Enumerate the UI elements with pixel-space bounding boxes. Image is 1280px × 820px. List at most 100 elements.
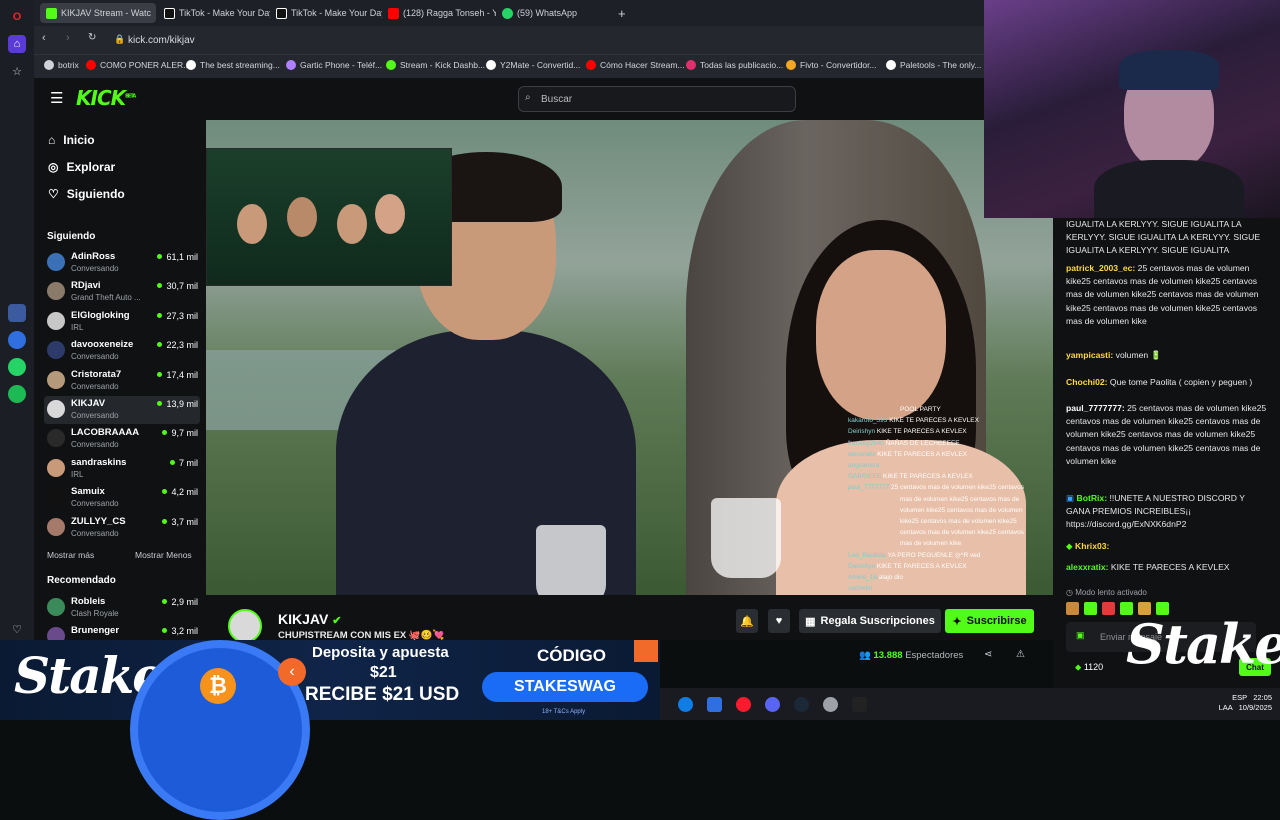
ad-corner-badge	[634, 640, 658, 662]
star-icon[interactable]: ☆	[8, 62, 26, 80]
bot-badge-icon: ▣	[1066, 493, 1075, 503]
following-channel[interactable]: ZULLYY_CS Conversando 3,7 mil	[44, 514, 200, 542]
channel-avatar[interactable]	[228, 609, 262, 643]
bookmark-item[interactable]: Paletools - The only...	[886, 60, 981, 70]
overlay-chat-text: mas de volumen kike	[900, 540, 962, 548]
channel-name: Robleis	[71, 596, 106, 607]
back-icon[interactable]: ‹	[42, 32, 46, 44]
steam-icon[interactable]	[794, 697, 809, 712]
following-channel[interactable]: Samuix Conversando 4,2 mil	[44, 484, 200, 512]
gift-subs-button[interactable]: ▦ Regala Suscripciones	[799, 609, 941, 633]
opera-icon[interactable]	[736, 697, 751, 712]
overlay-chat-user: Deirishyn	[848, 428, 876, 436]
new-tab-button[interactable]: +	[612, 3, 632, 23]
recommended-channel[interactable]: Robleis Clash Royale 2,9 mil	[44, 594, 200, 622]
bookmark-item[interactable]: Gartic Phone - Teléf...	[286, 60, 382, 70]
home-icon[interactable]: ⌂	[8, 35, 26, 53]
reload-icon[interactable]: ↻	[88, 32, 96, 43]
following-channel[interactable]: RDjavi Grand Theft Auto ... 30,7 mil	[44, 278, 200, 306]
avatar	[47, 253, 65, 271]
store-icon[interactable]	[707, 697, 722, 712]
chat-username[interactable]: Khrix03:	[1075, 541, 1109, 551]
emote-picker-icon[interactable]: ▣	[1076, 630, 1085, 641]
messenger-icon[interactable]	[8, 331, 26, 349]
chat-username[interactable]: patrick_2003_ec:	[1066, 263, 1135, 273]
viewer-count: 9,7 mil	[162, 428, 198, 438]
channel-points[interactable]: ⬥ 1120	[1075, 662, 1103, 673]
following-channel[interactable]: Cristorata7 Conversando 17,4 mil	[44, 367, 200, 395]
stake-ad-banner[interactable]: Stake ₿ ‹ Deposita y apuesta $21 RECIBE …	[0, 640, 660, 820]
bookmark-item[interactable]: Todas las publicacio...	[686, 60, 783, 70]
following-channel[interactable]: sandraskins IRL 7 mil	[44, 455, 200, 483]
heart-icon[interactable]: ♡	[8, 620, 26, 638]
tab-tiktok-1[interactable]: TikTok - Make Your Day	[158, 3, 270, 23]
bookmarks-bar: botrix COMO PONER ALER... The best strea…	[34, 54, 984, 78]
settings-icon[interactable]	[823, 697, 838, 712]
share-icon[interactable]: ⋖	[984, 649, 992, 660]
star-icon: ✦	[952, 615, 962, 628]
overlay-chat-user: GABRIEEE	[848, 473, 882, 481]
follow-button[interactable]: ♥	[768, 609, 790, 633]
tab-tiktok-2[interactable]: TikTok - Make Your Day	[270, 3, 382, 23]
slow-mode-notice: ◷ Modo lento activado	[1066, 588, 1147, 597]
subscribe-button[interactable]: ✦ Suscribirse	[945, 609, 1034, 633]
url-field[interactable]: 🔒 kick.com/kikjav	[104, 30, 964, 50]
overlay-chat-line: cachetin	[848, 583, 1044, 594]
edge-icon[interactable]	[678, 697, 693, 712]
show-more-link[interactable]: Mostrar más	[47, 550, 94, 560]
notification-bell-button[interactable]: 🔔	[736, 609, 758, 633]
cup	[536, 525, 606, 595]
search-input[interactable]: ⌕ Buscar	[518, 86, 796, 112]
nav-inicio[interactable]: ⌂ Inicio	[48, 133, 95, 147]
bookmark-item[interactable]: The best streaming...	[186, 60, 280, 70]
following-channel[interactable]: AdinRoss Conversando 61,1 mil	[44, 249, 200, 277]
channel-name: ZULLYY_CS	[71, 515, 126, 527]
tab-kikjav[interactable]: KIKJAV Stream - Watc	[40, 3, 156, 23]
spotify-icon[interactable]	[8, 385, 26, 403]
menu-icon[interactable]: ☰	[50, 89, 63, 107]
bookmark-item[interactable]: Fivto - Convertidor...	[786, 60, 877, 70]
bookmark-item[interactable]: COMO PONER ALER...	[86, 60, 190, 70]
emote-icon[interactable]	[1102, 602, 1115, 615]
emote-icon[interactable]	[1066, 602, 1079, 615]
chat-username[interactable]: Chochi02:	[1066, 377, 1108, 387]
bookmark-item[interactable]: Y2Mate - Convertid...	[486, 60, 580, 70]
kick-header: ☰ KICKBETA ⌕ Buscar	[34, 78, 984, 120]
show-less-link[interactable]: Mostrar Menos	[135, 550, 192, 560]
overlay-chat-line: angcarrera	[848, 460, 1044, 471]
tab-youtube[interactable]: (128) Ragga Tonseh - You	[382, 3, 496, 23]
chat-username[interactable]: alexxratix:	[1066, 562, 1109, 572]
diamond-badge-icon: ◆	[1066, 541, 1073, 551]
opera-logo-icon[interactable]: O	[8, 8, 26, 26]
bookmark-item[interactable]: Stream - Kick Dashb...	[386, 60, 485, 70]
following-channel[interactable]: ElGlogloking IRL 27,3 mil	[44, 308, 200, 336]
tab-whatsapp[interactable]: (59) WhatsApp	[496, 3, 606, 23]
channel-name[interactable]: KIKJAV ✔	[278, 611, 341, 627]
bookmark-item[interactable]: Cómo Hacer Stream...	[586, 60, 685, 70]
obs-icon[interactable]	[852, 697, 867, 712]
ad-code-button[interactable]: STAKESWAG	[482, 672, 648, 702]
chat-username[interactable]: yampicasti:	[1066, 350, 1113, 360]
following-channel[interactable]: KIKJAV Conversando 13,9 mil	[44, 396, 200, 424]
nav-explorar[interactable]: ◎ Explorar	[48, 160, 115, 174]
report-icon[interactable]: ⚠	[1016, 649, 1025, 660]
chat-text: KIKE TE PARECES A KEVLEX	[1108, 562, 1230, 572]
nav-siguiendo[interactable]: ♡ Siguiendo	[48, 187, 125, 201]
kick-logo[interactable]: KICKBETA	[76, 86, 136, 110]
following-channel[interactable]: LACOBRAAAA Conversando 9,7 mil	[44, 425, 200, 453]
overlay-chat-user: Leo_Bautista	[848, 551, 886, 559]
video-overlay-chat: POOL PARTY kakaroto_593 KIKE TE PARECES A…	[848, 404, 1044, 594]
avatar	[47, 311, 65, 330]
following-channel[interactable]: davooxeneize Conversando 22,3 mil	[44, 337, 200, 365]
kick-app-icon[interactable]	[8, 304, 26, 322]
forward-icon[interactable]: ›	[66, 32, 70, 44]
whatsapp-icon[interactable]	[8, 358, 26, 376]
chat-username[interactable]: BotRix:	[1077, 493, 1108, 503]
bookmark-item[interactable]: botrix	[44, 60, 79, 70]
emote-icon[interactable]	[1084, 602, 1097, 615]
overlay-chat-text: KIKE TE PARECES A KEVLEX	[889, 417, 979, 425]
avatar	[47, 429, 65, 448]
clock-icon: ◷	[1066, 588, 1073, 597]
discord-icon[interactable]	[765, 697, 780, 712]
chat-username[interactable]: paul_7777777:	[1066, 403, 1125, 413]
